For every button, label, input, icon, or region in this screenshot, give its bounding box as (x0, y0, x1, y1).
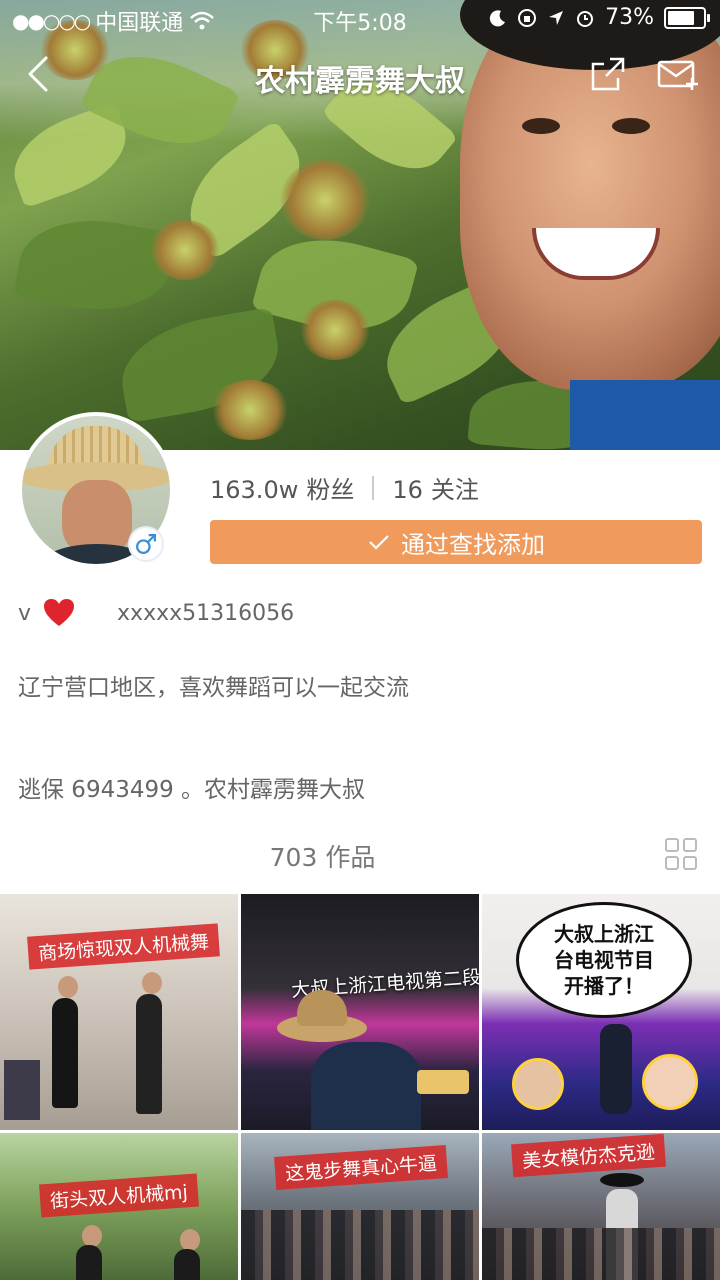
v-label: v (18, 600, 32, 626)
video-caption: 商场惊现双人机械舞 (27, 923, 220, 970)
bio-text: 辽宁营口地区，喜欢舞蹈可以一起交流 (18, 675, 409, 701)
user-id-row: v xxxxx51316056 (18, 598, 294, 628)
following-stat[interactable]: 16 关注 (392, 470, 479, 505)
bio-text-2: 逃保 6943499 。农村霹雳舞大叔 (18, 777, 366, 803)
works-count: 703 作品 (269, 843, 376, 872)
battery-icon (664, 6, 710, 29)
video-caption: 这鬼步舞真心牛逼 (274, 1145, 448, 1190)
add-friend-button[interactable]: 通过查找添加 (210, 520, 702, 564)
nav-bar: 农村霹雳舞大叔 (0, 40, 720, 110)
video-thumbnail[interactable]: 大叔上浙江 台电视节目 开播了！ (482, 894, 720, 1130)
message-icon[interactable] (656, 54, 700, 94)
video-caption: 美女模仿杰克逊 (511, 1133, 666, 1178)
male-icon (128, 526, 164, 562)
moon-icon (489, 9, 506, 26)
video-thumbnail[interactable]: 大叔上浙江电视第二段 (241, 894, 479, 1130)
battery-percent: 73% (605, 5, 654, 30)
video-thumbnail[interactable]: 这鬼步舞真心牛逼 (241, 1133, 479, 1280)
status-bar: ●●○○○ 中国联通 下午5:08 73% (0, 0, 720, 36)
user-id: xxxxx51316056 (117, 600, 295, 626)
video-caption-bubble: 大叔上浙江 台电视节目 开播了！ (516, 902, 692, 1018)
video-thumbnail[interactable]: 美女模仿杰克逊 (482, 1133, 720, 1280)
follow-stats: 163.0w 粉丝 16 关注 (210, 470, 479, 505)
grid-view-icon[interactable] (665, 838, 697, 870)
video-thumbnail[interactable]: 商场惊现双人机械舞 (0, 894, 238, 1130)
location-icon (549, 10, 564, 25)
rotation-lock-icon (518, 8, 537, 27)
add-friend-label: 通过查找添加 (401, 530, 545, 559)
video-thumbnail[interactable]: 街头双人机械mj (0, 1133, 238, 1280)
heart-icon (44, 599, 75, 626)
check-icon (369, 535, 389, 550)
alarm-icon (577, 10, 594, 27)
share-icon[interactable] (588, 54, 628, 94)
followers-stat[interactable]: 163.0w 粉丝 (210, 470, 354, 505)
video-caption: 街头双人机械mj (39, 1173, 199, 1218)
divider (372, 475, 375, 500)
